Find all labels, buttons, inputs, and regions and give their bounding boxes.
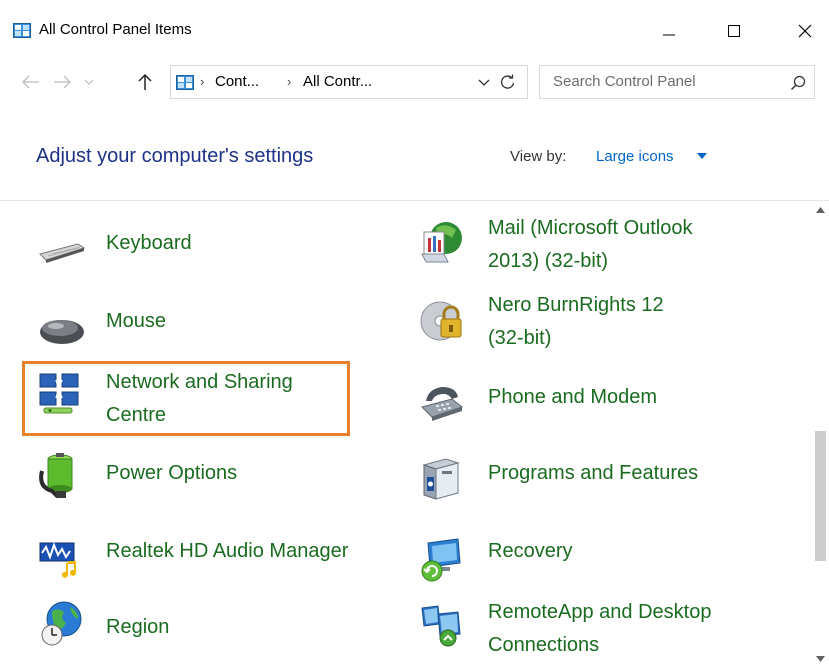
programs-icon (422, 458, 460, 500)
vertical-scrollbar[interactable] (812, 201, 829, 671)
arrow-left-icon (22, 75, 39, 89)
breadcrumb-separator: › (200, 74, 205, 89)
item-label: Nero BurnRights 12 (32-bit) (488, 289, 664, 355)
item-label-line1: Recovery (488, 540, 573, 562)
item-label-line1: Keyboard (106, 232, 192, 254)
minimize-icon (663, 34, 675, 36)
item-label: Mail (Microsoft Outlook 2013) (32-bit) (488, 212, 693, 278)
item-label: Power Options (106, 457, 237, 490)
page-title: Adjust your computer's settings (36, 145, 314, 167)
item-label: RemoteApp and Desktop Connections (488, 596, 711, 662)
item-keyboard[interactable]: Keyboard (38, 222, 408, 294)
item-nero-burnrights[interactable]: Nero BurnRights 12 (32-bit) (418, 289, 788, 361)
battery-icon (39, 453, 73, 499)
item-label-line1: Mouse (106, 310, 167, 332)
control-panel-icon (176, 75, 194, 90)
item-label-line2: 2013) (32-bit) (488, 250, 609, 272)
highlight-box (22, 361, 350, 436)
recent-locations-button[interactable] (82, 70, 96, 94)
item-label: Recovery (488, 535, 572, 568)
keyboard-icon (39, 243, 86, 263)
search-icon[interactable] (790, 75, 806, 91)
item-label: Mouse (106, 305, 166, 338)
item-label-line1: Mail (Microsoft Outlook (488, 217, 693, 239)
item-phone-modem[interactable]: Phone and Modem (418, 377, 788, 449)
audio-icon (39, 542, 76, 578)
globe-clock-icon (41, 601, 82, 646)
up-button[interactable] (136, 70, 154, 94)
lock-disc-icon (420, 301, 462, 341)
search-placeholder: Search Control Panel (553, 73, 696, 90)
scrollbar-thumb[interactable] (815, 431, 826, 561)
close-icon (798, 24, 812, 38)
window-title: All Control Panel Items (39, 21, 192, 38)
title-bar[interactable]: All Control Panel Items (0, 0, 829, 56)
view-by-label: View by: (510, 148, 567, 165)
item-label-line1: Nero BurnRights 12 (488, 294, 664, 316)
mouse-icon (40, 320, 84, 344)
header-divider (0, 200, 829, 201)
scroll-up-icon[interactable] (816, 207, 825, 213)
item-label: Region (106, 611, 169, 644)
chevron-down-icon (84, 79, 94, 85)
item-label: Realtek HD Audio Manager (106, 535, 348, 568)
item-label: Keyboard (106, 227, 192, 260)
item-label-line1: RemoteApp and Desktop (488, 601, 712, 623)
recovery-icon (421, 538, 461, 582)
item-recovery[interactable]: Recovery (418, 531, 788, 603)
item-remoteapp[interactable]: RemoteApp and Desktop Connections (418, 596, 788, 668)
item-label-line1: Realtek HD Audio Manager (106, 540, 349, 562)
view-by-dropdown[interactable]: Large icons (596, 148, 674, 165)
item-label-line1: Phone and Modem (488, 386, 658, 408)
item-mail[interactable]: Mail (Microsoft Outlook 2013) (32-bit) (418, 212, 788, 284)
breadcrumb-control-panel[interactable]: Cont... (215, 73, 259, 90)
breadcrumb-separator: › (287, 74, 292, 89)
refresh-icon[interactable] (499, 73, 517, 91)
item-programs-features[interactable]: Programs and Features (418, 453, 788, 525)
item-realtek-audio[interactable]: Realtek HD Audio Manager (38, 531, 408, 603)
scroll-down-icon[interactable] (816, 656, 825, 662)
control-panel-icon (13, 23, 31, 38)
item-label-line1: Programs and Features (488, 462, 699, 484)
search-box[interactable]: Search Control Panel (539, 65, 815, 99)
item-label-line1: Power Options (106, 462, 238, 484)
arrow-up-icon (138, 73, 152, 90)
item-label: Programs and Features (488, 457, 698, 490)
back-button[interactable] (20, 70, 42, 94)
forward-button[interactable] (51, 70, 73, 94)
caret-down-icon[interactable] (697, 153, 707, 160)
item-label: Phone and Modem (488, 381, 657, 414)
phone-icon (421, 387, 464, 421)
item-label-line2: Connections (488, 634, 600, 656)
mail-icon (421, 222, 462, 263)
item-label-line1: Region (106, 616, 170, 638)
navigation-bar: › Cont... › All Contr... Search Control … (0, 58, 829, 108)
item-label-line2: (32-bit) (488, 327, 552, 349)
item-region[interactable]: Region (38, 601, 408, 671)
address-bar[interactable]: › Cont... › All Contr... (170, 65, 528, 99)
remote-icon (421, 605, 461, 647)
maximize-icon (728, 25, 740, 37)
maximize-button[interactable] (711, 13, 757, 49)
minimize-button[interactable] (646, 13, 692, 49)
breadcrumb-all-items[interactable]: All Contr... (303, 73, 372, 90)
arrow-right-icon (54, 75, 71, 89)
close-button[interactable] (782, 13, 828, 49)
chevron-down-icon[interactable] (477, 75, 491, 89)
control-panel-window: All Control Panel Items › Cont... › All … (0, 0, 829, 671)
item-power-options[interactable]: Power Options (38, 453, 408, 525)
